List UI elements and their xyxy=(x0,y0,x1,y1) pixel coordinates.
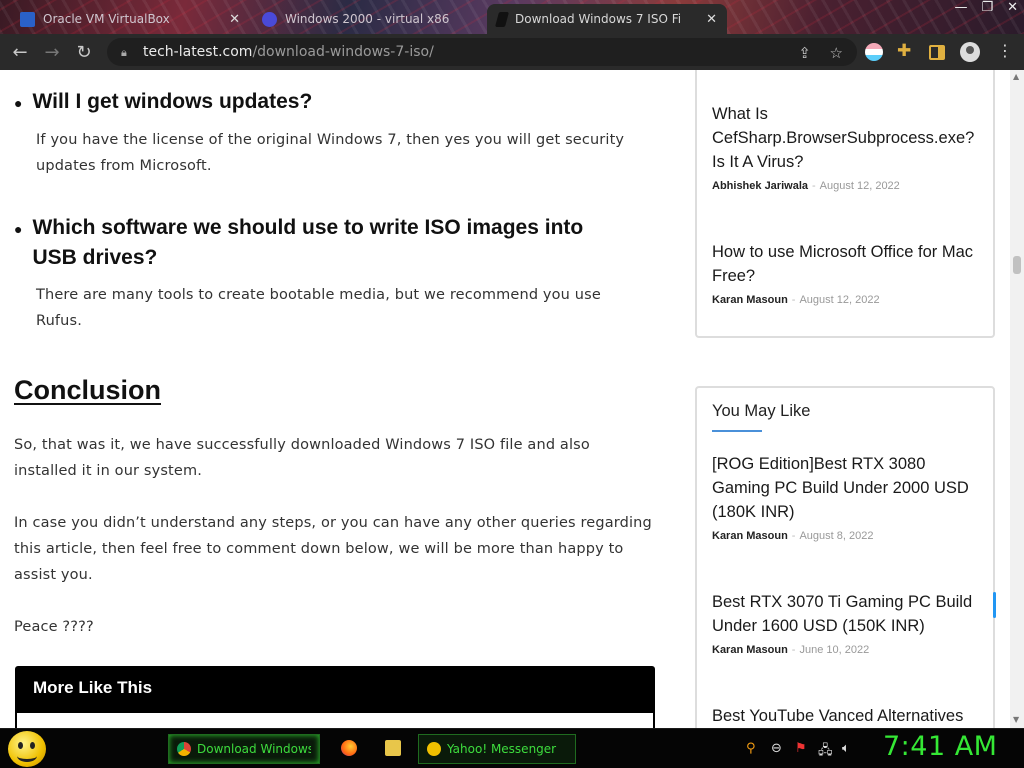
taskbar-yahoo-button[interactable]: Yahoo! Messenger xyxy=(418,734,576,764)
scroll-down-icon[interactable]: ▼ xyxy=(1013,715,1019,724)
web-page: ● Will I get windows updates? If you have… xyxy=(0,70,1010,728)
maximize-icon[interactable]: ❐ xyxy=(981,0,993,15)
profile-avatar[interactable] xyxy=(960,42,980,62)
post-title[interactable]: Best YouTube Vanced Alternatives xyxy=(712,704,982,728)
post-date: August 8, 2022 xyxy=(799,530,874,542)
post-item[interactable]: How to use Microsoft Office for Mac Free… xyxy=(712,240,982,306)
share-icon[interactable]: ⇪ xyxy=(798,44,811,62)
post-date: August 12, 2022 xyxy=(799,294,880,306)
more-like-this-content xyxy=(17,713,653,728)
meta-separator: - xyxy=(791,294,796,306)
recent-posts-widget: What Is CefSharp.BrowserSubprocess.exe? … xyxy=(695,70,995,338)
more-like-this-title: More Like This xyxy=(33,678,153,697)
widget-heading: You May Like xyxy=(712,402,811,420)
post-item[interactable]: Best YouTube Vanced Alternatives xyxy=(712,704,982,728)
post-author[interactable]: Abhishek Jariwala xyxy=(712,180,808,192)
firefox-icon[interactable] xyxy=(341,740,357,756)
chrome-icon xyxy=(177,742,191,756)
taskbar-clock[interactable]: 7:41 AM xyxy=(883,731,997,762)
post-meta: Karan Masoun - August 12, 2022 xyxy=(712,294,982,306)
url-path: /download-windows-7-iso/ xyxy=(252,44,434,60)
tab-title: Windows 2000 - virtual x86 xyxy=(285,12,450,26)
bullet-icon: ● xyxy=(14,95,23,111)
site-favicon-icon xyxy=(494,11,510,27)
scroll-up-icon[interactable]: ▲ xyxy=(1013,72,1019,81)
close-icon[interactable]: ✕ xyxy=(706,12,717,27)
scroll-thumb[interactable] xyxy=(1013,256,1021,274)
post-item[interactable]: Best RTX 3070 Ti Gaming PC Build Under 1… xyxy=(712,590,982,656)
tab-title: Download Windows 7 ISO File (Ul xyxy=(515,12,680,26)
post-title[interactable]: How to use Microsoft Office for Mac Free… xyxy=(712,240,982,288)
kebab-menu-icon[interactable]: ⋮ xyxy=(997,41,1015,60)
tab-download-windows-7[interactable]: Download Windows 7 ISO File (Ul ✕ xyxy=(487,4,727,34)
heading-underline xyxy=(712,430,762,432)
task-label: Download Windows ... xyxy=(197,742,311,756)
page-scrollbar[interactable]: ▲ ▼ xyxy=(1010,70,1024,728)
post-meta: Abhishek Jariwala - August 12, 2022 xyxy=(712,180,982,192)
window-controls: — ❐ ✕ xyxy=(954,0,1018,15)
conclusion-heading: Conclusion xyxy=(14,375,161,405)
post-title[interactable]: What Is CefSharp.BrowserSubprocess.exe? … xyxy=(712,102,982,174)
you-may-like-widget: You May Like [ROG Edition]Best RTX 3080 … xyxy=(695,386,995,728)
folder-icon[interactable] xyxy=(385,740,401,756)
network-icon[interactable]: 🖧︎ xyxy=(818,741,833,763)
scroll-marker xyxy=(993,592,996,618)
paragraph: Peace ???? xyxy=(14,619,94,635)
action-center-flag-icon[interactable]: ⚑ xyxy=(795,741,807,756)
meta-separator: - xyxy=(791,644,796,656)
post-date: June 10, 2022 xyxy=(799,644,870,656)
url-text[interactable]: tech-latest.com/download-windows-7-iso/ xyxy=(143,44,434,60)
virtualbox-icon xyxy=(20,11,35,27)
tab-strip: Oracle VM VirtualBox ✕ Windows 2000 - vi… xyxy=(0,0,1024,34)
meta-separator: - xyxy=(812,180,816,192)
back-arrow-icon[interactable]: ← xyxy=(4,42,36,63)
faq-question: Which software we should use to write IS… xyxy=(32,216,584,269)
lock-icon[interactable]: 🔒︎ xyxy=(121,46,133,59)
bookmark-star-icon[interactable]: ☆ xyxy=(830,44,843,62)
post-meta: Karan Masoun - June 10, 2022 xyxy=(712,644,982,656)
minimize-icon[interactable]: — xyxy=(954,0,967,15)
post-author[interactable]: Karan Masoun xyxy=(712,530,788,542)
volume-icon[interactable]: 🔈︎ xyxy=(842,741,850,756)
taskbar: Download Windows ... Yahoo! Messenger ⚲ … xyxy=(0,728,1024,768)
faq-item: ● Will I get windows updates? If you have… xyxy=(14,87,641,179)
post-item[interactable]: What Is CefSharp.BrowserSubprocess.exe? … xyxy=(712,102,982,192)
yahoo-messenger-icon xyxy=(427,742,441,756)
post-date: August 12, 2022 xyxy=(819,180,900,192)
forward-arrow-icon[interactable]: → xyxy=(36,42,68,63)
search-icon[interactable]: ⚲ xyxy=(746,741,756,756)
post-author[interactable]: Karan Masoun xyxy=(712,644,788,656)
address-bar[interactable]: 🔒︎ tech-latest.com/download-windows-7-is… xyxy=(107,38,857,66)
faq-question: Will I get windows updates? xyxy=(32,90,313,113)
post-author[interactable]: Karan Masoun xyxy=(712,294,788,306)
taskbar-chrome-button[interactable]: Download Windows ... xyxy=(168,734,320,764)
discord-icon xyxy=(262,11,277,27)
url-domain: tech-latest.com xyxy=(143,44,253,60)
tab-windows-2000[interactable]: Windows 2000 - virtual x86 xyxy=(252,4,484,34)
tab-virtualbox[interactable]: Oracle VM VirtualBox ✕ xyxy=(10,4,250,34)
paragraph: So, that was it, we have successfully do… xyxy=(14,437,590,479)
faq-answer: If you have the license of the original … xyxy=(36,132,625,174)
paragraph: In case you didn’t understand any steps,… xyxy=(14,515,652,583)
close-icon[interactable]: ✕ xyxy=(229,12,240,27)
faq-answer: There are many tools to create bootable … xyxy=(36,287,601,329)
extension-flag-icon[interactable] xyxy=(865,43,883,61)
post-title[interactable]: [ROG Edition]Best RTX 3080 Gaming PC Bui… xyxy=(712,452,982,524)
side-panel-icon[interactable] xyxy=(929,45,945,60)
start-button-smiley-icon[interactable] xyxy=(8,731,46,767)
meta-separator: - xyxy=(791,530,796,542)
post-title[interactable]: Best RTX 3070 Ti Gaming PC Build Under 1… xyxy=(712,590,982,638)
faq-item: ● Which software we should use to write I… xyxy=(14,213,641,334)
bullet-icon: ● xyxy=(14,221,23,237)
task-label: Yahoo! Messenger xyxy=(447,742,557,756)
tray-minus-icon[interactable]: ⊖ xyxy=(771,741,782,756)
extensions-puzzle-icon[interactable]: ✚ xyxy=(897,41,915,61)
more-like-this-section: More Like This xyxy=(15,666,655,728)
tab-title: Oracle VM VirtualBox xyxy=(43,12,170,26)
post-item[interactable]: [ROG Edition]Best RTX 3080 Gaming PC Bui… xyxy=(712,452,982,542)
reload-icon[interactable]: ↻ xyxy=(68,42,100,63)
close-window-icon[interactable]: ✕ xyxy=(1007,0,1018,15)
post-meta: Karan Masoun - August 8, 2022 xyxy=(712,530,982,542)
